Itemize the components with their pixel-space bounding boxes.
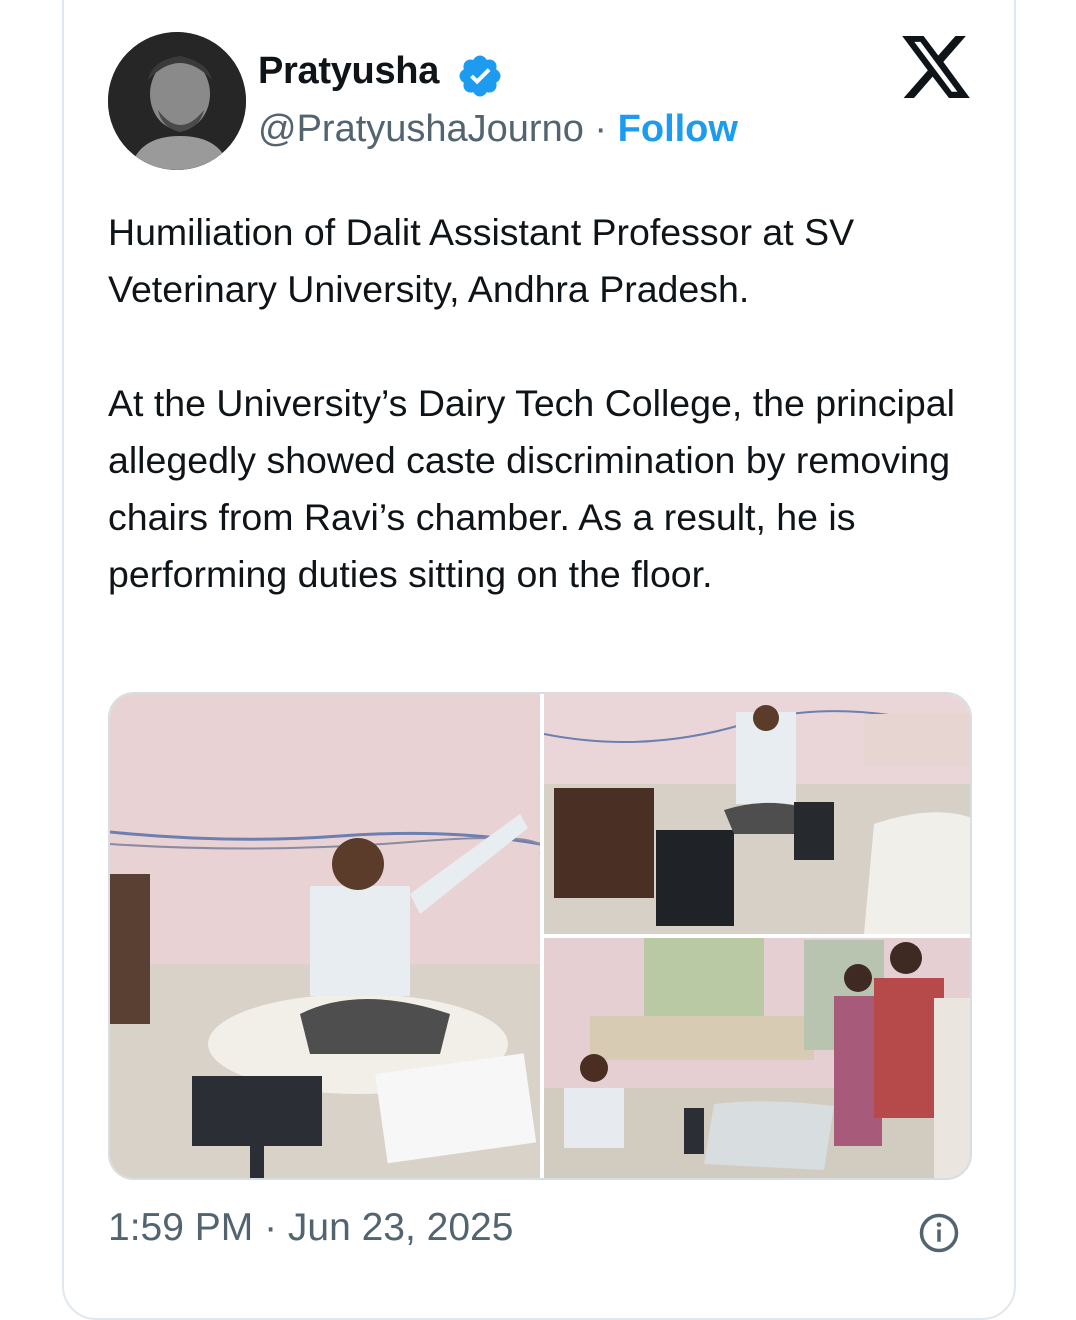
tweet-paragraph: Humiliation of Dalit Assistant Professor…: [108, 211, 855, 310]
follow-button[interactable]: Follow: [618, 108, 738, 150]
author-handle[interactable]: @PratyushaJourno: [258, 108, 584, 150]
tweet-photo[interactable]: [544, 694, 970, 934]
media-grid: [108, 692, 972, 1180]
photo-computer-on-floor: [544, 694, 970, 934]
photo-officials-inspecting: [544, 938, 970, 1178]
avatar-portrait: [108, 32, 246, 170]
author-avatar[interactable]: [108, 32, 246, 170]
photo-man-on-floor: [110, 694, 540, 1178]
tweet-paragraph: At the University’s Dairy Tech College, …: [108, 382, 955, 595]
tweet-photo[interactable]: [544, 938, 970, 1178]
author-name[interactable]: Pratyusha: [258, 50, 439, 93]
tweet-timestamp[interactable]: 1:59 PM · Jun 23, 2025: [108, 1206, 513, 1250]
tweet-text: Humiliation of Dalit Assistant Professor…: [108, 204, 988, 603]
separator-dot: ·: [594, 108, 608, 150]
tweet-photo[interactable]: [110, 694, 540, 1178]
author-handle-row: @PratyushaJourno · Follow: [258, 108, 738, 151]
verified-badge-icon: [459, 55, 501, 97]
x-logo-icon[interactable]: [902, 36, 970, 98]
info-icon[interactable]: [918, 1212, 960, 1254]
